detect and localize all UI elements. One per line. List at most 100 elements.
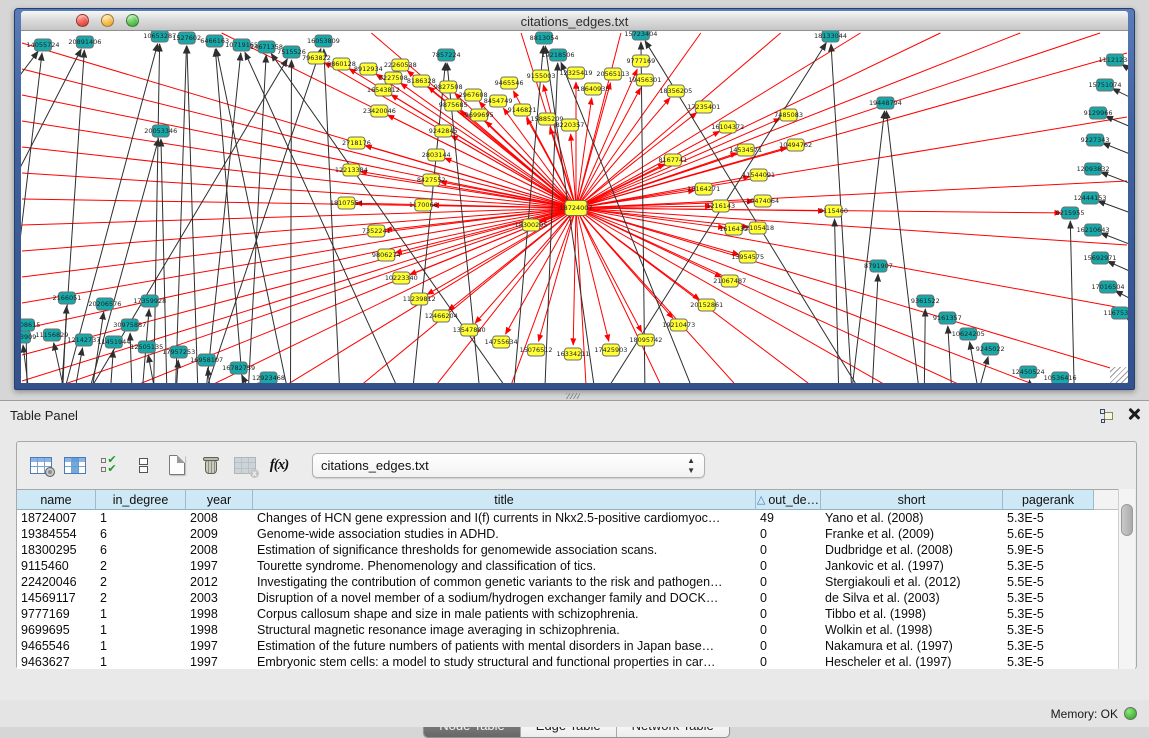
graph-node[interactable]: 8791907 [864, 260, 893, 272]
memory-status-indicator[interactable] [1124, 707, 1137, 720]
graph-node[interactable]: 8508615 [21, 319, 40, 331]
column-header-in_degree[interactable]: in_degree [96, 490, 186, 510]
show-column-icon[interactable] [60, 450, 90, 480]
graph-node[interactable]: 1170066 [409, 199, 438, 211]
graph-node[interactable]: 20152861 [690, 299, 723, 311]
graph-node[interactable]: 8813054 [530, 32, 559, 44]
graph-node[interactable]: 14055724 [26, 39, 59, 51]
graph-node[interactable]: 12505135 [130, 341, 163, 353]
graph-node[interactable]: 8167741 [658, 154, 687, 166]
graph-node[interactable]: 8427552 [417, 174, 446, 186]
graph-node[interactable]: 11451944 [97, 336, 130, 348]
graph-node[interactable]: 13547880 [453, 324, 486, 336]
column-header-out_de[interactable]: △out_de… [756, 490, 821, 510]
graph-node[interactable]: 18095742 [629, 334, 662, 346]
function-builder-icon[interactable]: f(x) [264, 450, 294, 480]
column-header-short[interactable]: short [821, 490, 1003, 510]
graph-node[interactable]: 16053809 [307, 35, 340, 47]
graph-node[interactable]: 18640935 [576, 83, 609, 95]
graph-node[interactable]: 10164271 [687, 183, 720, 195]
column-header-pagerank[interactable]: pagerank [1003, 490, 1094, 510]
graph-node[interactable]: 12325419 [560, 67, 593, 79]
graph-node[interactable]: 10536416 [1044, 372, 1077, 383]
graph-node[interactable]: 20891406 [68, 36, 101, 48]
graph-node[interactable]: 23420046 [363, 105, 396, 117]
table-row[interactable]: 1456911722003Disruption of a novel membe… [17, 590, 1120, 606]
graph-node[interactable]: 17016504 [1092, 281, 1125, 293]
table-row[interactable]: 1830029562008Estimation of significance … [17, 542, 1120, 558]
graph-node[interactable]: 18133044 [814, 31, 847, 42]
graph-node[interactable]: 3313909 [21, 331, 36, 343]
graph-node[interactable]: 9465546 [495, 77, 524, 89]
graph-node[interactable]: 10624205 [952, 328, 985, 340]
graph-node[interactable]: 1527602 [172, 32, 201, 44]
graph-node[interactable]: 1616432 [719, 223, 748, 235]
table-row[interactable]: 2242004622012Investigating the contribut… [17, 574, 1120, 590]
graph-node[interactable]: 7857224 [432, 49, 461, 61]
graph-node[interactable]: 19456301 [628, 74, 661, 86]
graph-node[interactable]: 8860128 [327, 58, 356, 70]
graph-node[interactable]: 9361522 [911, 295, 940, 307]
graph-node[interactable]: 10223340 [385, 272, 418, 284]
graph-node[interactable]: 12923468 [252, 372, 285, 383]
graph-node[interactable]: 9115460 [819, 205, 848, 217]
graph-node[interactable]: 16543812 [367, 84, 400, 96]
graph-node[interactable]: 12142737 [67, 334, 100, 346]
graph-node[interactable]: 11675330 [1104, 307, 1128, 319]
graph-node[interactable]: 16782759 [222, 362, 255, 374]
graph-node[interactable]: 15692971 [1084, 252, 1117, 264]
graph-node[interactable]: 15723404 [624, 31, 657, 40]
table-row[interactable]: 1938455462009Genome-wide association stu… [17, 526, 1120, 542]
graph-node[interactable]: 13954575 [731, 251, 764, 263]
graph-node[interactable]: 19210473 [662, 319, 695, 331]
graph-node[interactable]: 17235401 [687, 101, 720, 113]
graph-node[interactable]: 8186328 [407, 75, 436, 87]
graph-node[interactable]: 8215955 [1056, 207, 1085, 219]
graph-node[interactable]: 12450524 [1012, 366, 1045, 378]
graph-node[interactable]: 18107554 [330, 197, 363, 209]
graph-node[interactable]: 19448794 [869, 97, 902, 109]
graph-node[interactable]: 15076512 [520, 344, 553, 356]
graph-node[interactable]: 21067487 [713, 275, 746, 287]
graph-node[interactable]: 9245022 [976, 343, 1005, 355]
panel-divider-handle[interactable] [566, 393, 580, 399]
graph-node[interactable]: 10474064 [746, 195, 779, 207]
window-resize-grip[interactable] [1110, 367, 1128, 383]
column-header-year[interactable]: year [186, 490, 253, 510]
new-column-icon[interactable] [162, 450, 192, 480]
delete-table-icon[interactable]: x [230, 450, 260, 480]
graph-node[interactable]: 18300295 [515, 219, 548, 231]
rows-icon[interactable] [128, 450, 158, 480]
select-all-icon[interactable]: ✔✔ [94, 450, 124, 480]
graph-node[interactable]: 16958107 [190, 354, 223, 366]
delete-column-icon[interactable] [196, 450, 226, 480]
table-row[interactable]: 911546021997Tourette syndrome. Phenomeno… [17, 558, 1120, 574]
float-panel-icon[interactable] [1100, 409, 1116, 424]
memory-status-label[interactable]: Memory: OK [1051, 707, 1118, 721]
graph-node[interactable]: 2166051 [52, 292, 81, 304]
graph-node[interactable]: 17359928 [133, 295, 166, 307]
table-row[interactable]: 969969511998Structural magnetic resonanc… [17, 622, 1120, 638]
graph-node[interactable]: 9227508 [379, 72, 408, 84]
graph-node[interactable]: 9806274 [372, 249, 401, 261]
graph-node[interactable]: 19218506 [542, 49, 575, 61]
graph-node[interactable]: 22260538 [384, 59, 417, 71]
graph-node[interactable]: 11156829 [35, 329, 68, 341]
table-selector-dropdown[interactable]: citations_edges.txt ▲▼ [312, 453, 705, 478]
table-row[interactable]: 946362711997Embryonic stem cells: a mode… [17, 654, 1120, 669]
table-scrollbar[interactable] [1118, 489, 1135, 669]
close-panel-icon[interactable] [1127, 407, 1141, 421]
graph-node[interactable]: 18356205 [659, 85, 692, 97]
graph-node[interactable]: 15751074 [1089, 79, 1122, 91]
graph-node[interactable]: 2718176 [342, 137, 371, 149]
graph-node[interactable]: 20565113 [596, 68, 629, 80]
graph-node[interactable]: 16104372 [711, 121, 744, 133]
table-scrollbar-thumb[interactable] [1121, 504, 1133, 536]
network-canvas[interactable]: 1405572420891406106532871527602646616310… [21, 31, 1128, 383]
graph-node[interactable]: 11121234 [1099, 54, 1128, 66]
graph-node[interactable]: 9875685 [439, 99, 468, 111]
table-mode-icon[interactable] [26, 450, 56, 480]
graph-node[interactable]: 20053346 [144, 125, 177, 137]
table-row[interactable]: 1872400712008Changes of HCN gene express… [17, 510, 1120, 526]
graph-node[interactable]: 11239812 [403, 293, 436, 305]
